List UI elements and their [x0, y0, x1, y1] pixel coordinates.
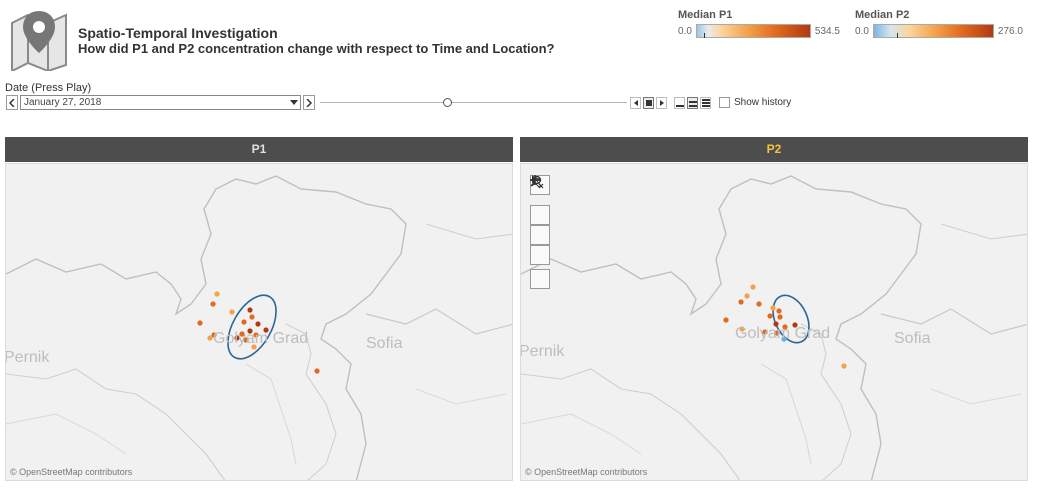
- show-history-checkbox[interactable]: [719, 97, 730, 108]
- panel-title-p1: P1: [5, 137, 513, 162]
- play-backward-button[interactable]: [630, 97, 641, 109]
- map-p2-basemap: [521, 164, 1027, 480]
- date-filter-label: Date (Press Play): [5, 82, 92, 94]
- zoom-out-button[interactable]: [530, 179, 550, 245]
- legend-marker: [703, 33, 705, 38]
- city-label-pernik: Pernik: [520, 343, 565, 360]
- legend-max: 276.0: [997, 25, 1023, 37]
- previous-date-button[interactable]: [6, 95, 18, 110]
- show-history-label[interactable]: Show history: [734, 97, 791, 108]
- expand-toolbar-button[interactable]: [530, 175, 550, 289]
- map-toolbar: [530, 175, 550, 289]
- speed-normal-button[interactable]: [687, 97, 698, 109]
- date-dropdown[interactable]: January 27, 2018: [20, 95, 301, 110]
- panel-title-p2: P2: [520, 137, 1028, 162]
- map-p1[interactable]: Pernik Sofia Golyam Grad © OpenStreetMap…: [5, 163, 513, 481]
- map-attribution[interactable]: © OpenStreetMap contributors: [525, 467, 647, 477]
- date-slider-track[interactable]: [320, 102, 627, 103]
- speed-fast-icon: [701, 99, 710, 107]
- stop-button[interactable]: [643, 97, 654, 109]
- speed-slow-button[interactable]: [674, 97, 685, 109]
- legend-max: 534.5: [814, 25, 840, 37]
- color-ramp: [872, 24, 994, 38]
- speed-fast-button[interactable]: [700, 97, 711, 109]
- chevron-right-icon: [306, 98, 312, 107]
- map-p1-basemap: [6, 164, 512, 480]
- dashboard-subtitle: How did P1 and P2 concentration change w…: [78, 41, 555, 56]
- map-attribution[interactable]: © OpenStreetMap contributors: [10, 467, 132, 477]
- legend-title: Median P1: [678, 9, 733, 21]
- dashboard-title: Spatio-Temporal Investigation: [78, 25, 278, 41]
- play-forward-button[interactable]: [656, 97, 667, 109]
- map-pin-logo-icon: [10, 9, 68, 73]
- play-icon: [659, 100, 664, 106]
- map-p2[interactable]: Pernik Sofia Golyam Grad © OpenStreetMap…: [520, 163, 1028, 481]
- city-label-golyam-grad: Golyam Grad: [213, 330, 309, 347]
- clear-selection-button[interactable]: [530, 176, 550, 265]
- play-backward-icon: [633, 100, 638, 106]
- speed-normal-icon: [688, 101, 697, 107]
- legend-median-p1: Median P1 0.0 534.5: [678, 9, 840, 38]
- legend-title: Median P2: [855, 9, 910, 21]
- stop-icon: [645, 100, 652, 106]
- chevron-left-icon: [9, 98, 15, 107]
- expand-arrow-icon: [532, 175, 537, 183]
- speed-slow-icon: [675, 105, 684, 107]
- date-value: January 27, 2018: [24, 97, 102, 108]
- city-label-sofia: Sofia: [366, 335, 403, 352]
- zoom-in-button[interactable]: [530, 175, 550, 225]
- city-label-sofia: Sofia: [894, 330, 931, 347]
- next-date-button[interactable]: [303, 95, 315, 110]
- chevron-down-icon: [290, 100, 298, 105]
- date-slider-handle[interactable]: [443, 98, 452, 107]
- color-ramp: [695, 24, 811, 38]
- legend-min: 0.0: [855, 25, 869, 37]
- legend-min: 0.0: [678, 25, 692, 37]
- city-label-golyam-grad: Golyam Grad: [735, 325, 831, 342]
- city-label-pernik: Pernik: [5, 349, 50, 366]
- legend-marker: [896, 33, 898, 38]
- legend-median-p2: Median P2 0.0 276.0: [855, 9, 1023, 38]
